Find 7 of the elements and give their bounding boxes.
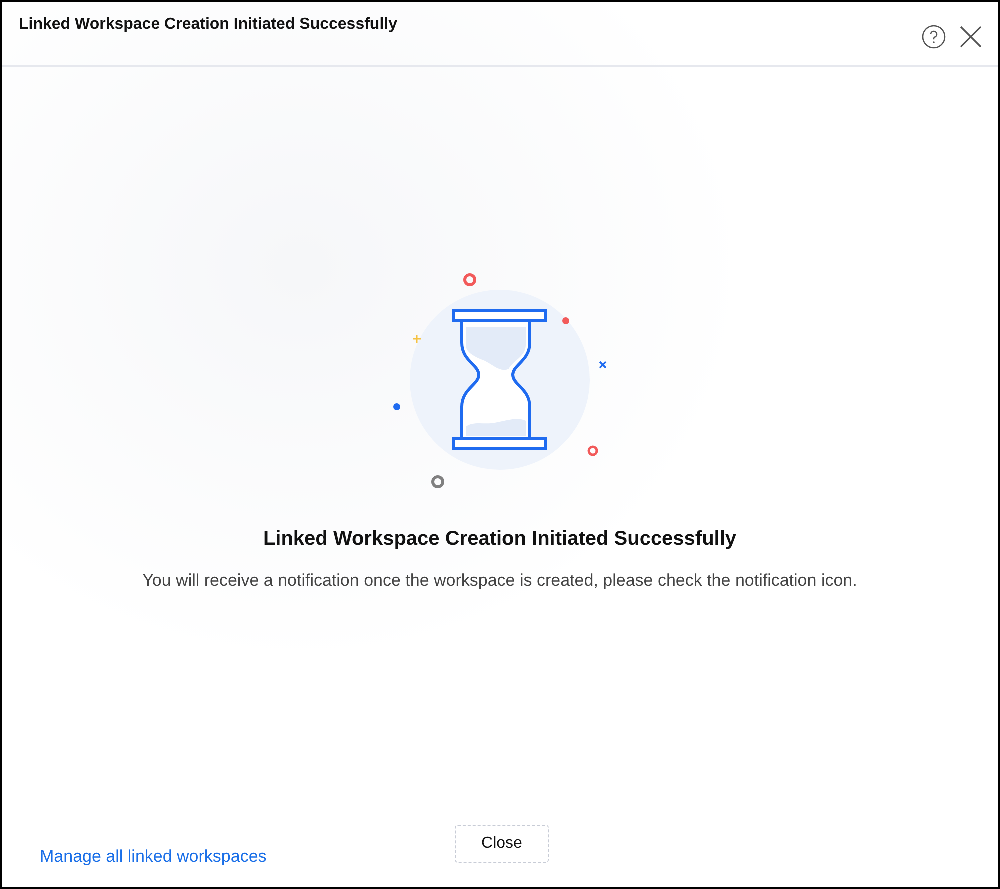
manage-workspaces-link[interactable]: Manage all linked workspaces	[40, 847, 267, 866]
close-icon[interactable]	[960, 26, 982, 48]
success-heading: Linked Workspace Creation Initiated Successfully	[263, 528, 737, 551]
notification-message: You will receive a notification once the workspace is created, please check the notification icon.	[142, 571, 858, 591]
dialog-title: Linked Workspace Creation Initiated Successfully	[19, 16, 398, 34]
close-button[interactable]: Close	[455, 825, 549, 863]
help-icon[interactable]	[922, 25, 946, 49]
